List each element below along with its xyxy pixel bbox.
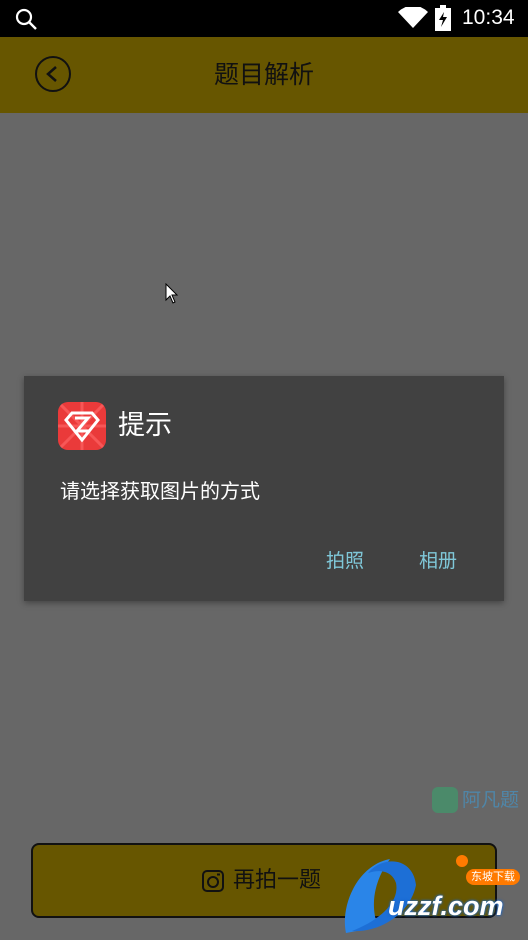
status-time: 10:34: [462, 6, 515, 29]
title-bar: 题目解析: [0, 37, 528, 113]
search-icon: [15, 8, 37, 30]
choose-image-dialog: 提示 请选择获取图片的方式 拍照 相册: [24, 376, 504, 601]
logo-subtitle: 东坡下载: [466, 869, 520, 885]
battery-icon: [435, 5, 451, 31]
watermark-text: 阿凡题: [462, 789, 520, 811]
dialog-message: 请选择获取图片的方式: [60, 479, 260, 503]
uzzf-logo: 东坡下载 uzzf.com: [338, 845, 528, 940]
page-title: 题目解析: [213, 60, 314, 89]
afanti-logo-icon: [432, 787, 458, 813]
album-button[interactable]: 相册: [419, 546, 457, 576]
camera-icon: [202, 870, 224, 892]
mouse-cursor-icon: [165, 283, 179, 304]
retake-label: 再拍一题: [233, 868, 322, 893]
back-arrow-icon: [46, 66, 57, 82]
logo-text: uzzf.com: [388, 891, 504, 921]
camera-button[interactable]: 拍照: [326, 546, 364, 576]
back-button[interactable]: [35, 56, 71, 92]
app-logo-icon: [58, 402, 106, 450]
wifi-icon: [398, 7, 428, 28]
dialog-title: 提示: [118, 410, 172, 441]
status-bar: 10:34: [0, 0, 528, 37]
